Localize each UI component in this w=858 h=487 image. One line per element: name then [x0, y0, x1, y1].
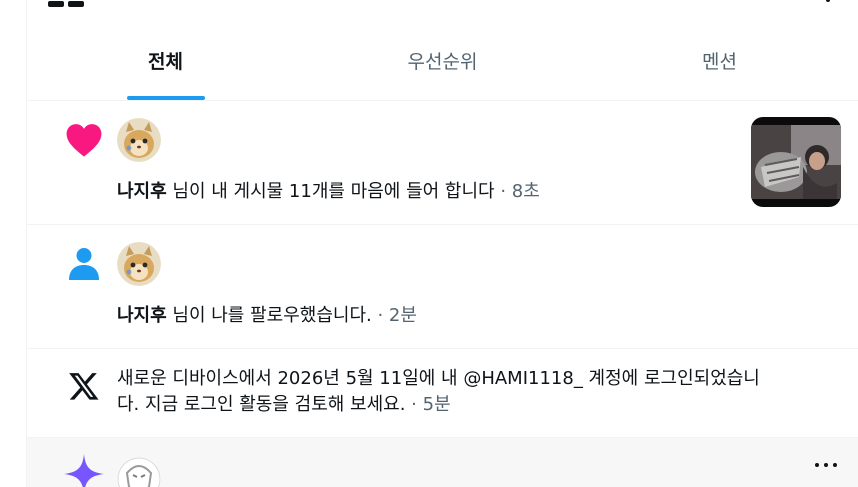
tab-all-label: 전체	[148, 50, 183, 73]
tab-all[interactable]: 전체	[27, 22, 304, 100]
header-title-fragment	[48, 0, 100, 7]
timestamp: · 8초	[494, 181, 540, 202]
notification-message: 님이 내 게시물 11개를 마음에 들어 합니다	[166, 181, 495, 202]
notification-line-1: 새로운 디바이스에서 2026년 5월 11일에 내 @HAMI1118_ 계정…	[117, 368, 760, 389]
timestamp: · 2분	[371, 305, 417, 326]
more-options-icon[interactable]	[815, 460, 837, 470]
user-name[interactable]: 나지후	[117, 181, 167, 202]
notification-text: 나지후 님이 내 게시물 11개를 마음에 들어 합니다 · 8초	[117, 179, 540, 205]
tab-priority[interactable]: 우선순위	[304, 22, 581, 100]
settings-icon-fragment[interactable]	[826, 0, 830, 2]
tab-priority-label: 우선순위	[407, 50, 478, 73]
sparkle-icon	[64, 454, 104, 487]
avatar[interactable]	[117, 118, 161, 162]
notification-message: 님이 나를 팔로우했습니다.	[166, 305, 372, 326]
notification-like[interactable]: 나지후 님이 내 게시물 11개를 마음에 들어 합니다 · 8초	[27, 101, 858, 225]
heart-icon	[64, 120, 104, 160]
post-thumbnail[interactable]	[751, 117, 841, 207]
person-icon	[64, 244, 104, 284]
notification-partial[interactable]	[27, 438, 858, 487]
notification-login[interactable]: 새로운 디바이스에서 2026년 5월 11일에 내 @HAMI1118_ 계정…	[27, 349, 858, 438]
notification-text: 새로운 디바이스에서 2026년 5월 11일에 내 @HAMI1118_ 계정…	[117, 366, 837, 418]
avatar[interactable]	[117, 242, 161, 286]
tab-mentions-label: 멘션	[702, 50, 737, 73]
timestamp: · 5분	[405, 394, 451, 415]
user-name[interactable]: 나지후	[117, 305, 167, 326]
x-logo-icon	[64, 366, 104, 406]
notification-follow[interactable]: 나지후 님이 나를 팔로우했습니다. · 2분	[27, 225, 858, 349]
tab-mentions[interactable]: 멘션	[581, 22, 858, 100]
active-tab-indicator	[126, 96, 205, 100]
avatar[interactable]	[117, 457, 161, 487]
notification-tabs: 전체 우선순위 멘션	[27, 22, 858, 101]
notification-text: 나지후 님이 나를 팔로우했습니다. · 2분	[117, 303, 417, 329]
notifications-page: 전체 우선순위 멘션 나지후 님이 내 게시물 11개를 마음에 들어 합니다 …	[0, 0, 858, 487]
notification-line-2: 다. 지금 로그인 활동을 검토해 보세요.	[117, 394, 406, 415]
